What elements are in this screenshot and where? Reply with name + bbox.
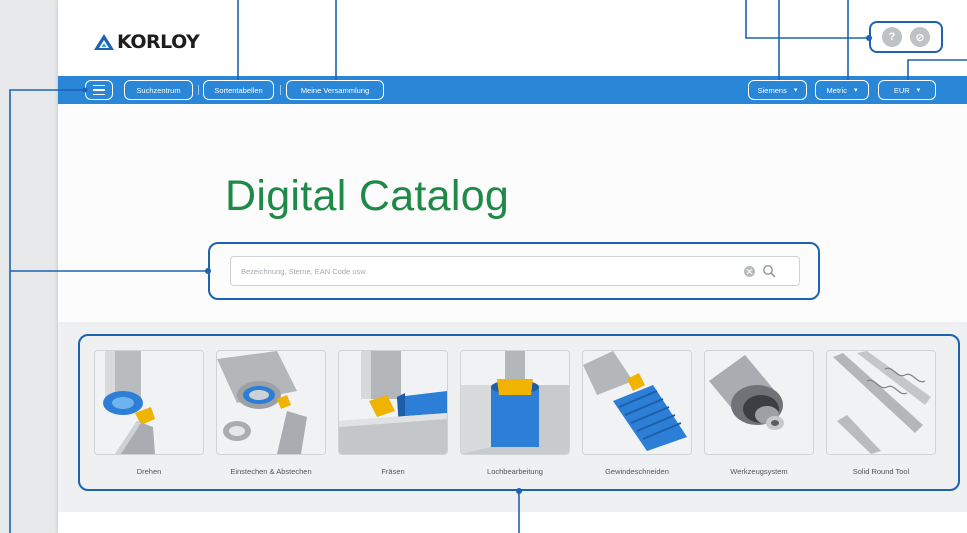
- unit-dropdown-value: Metric: [826, 85, 847, 95]
- category-tooling-system[interactable]: Werkzeugsystem: [704, 350, 814, 485]
- threading-icon: [582, 350, 692, 455]
- help-icon[interactable]: ?: [882, 27, 902, 47]
- clear-icon[interactable]: [744, 266, 755, 277]
- link-icon[interactable]: ⊘: [910, 27, 930, 47]
- search-icon[interactable]: [762, 264, 776, 278]
- korloy-logo-text: KORLOY: [117, 31, 200, 53]
- country-dropdown-value: Siemens: [757, 85, 787, 95]
- page-title: Digital Catalog: [225, 172, 510, 220]
- search-input[interactable]: [241, 263, 721, 280]
- category-solid-round-tool[interactable]: Solid Round Tool: [826, 350, 936, 485]
- nav-item-my-collection[interactable]: Meine Versammlung: [286, 80, 384, 100]
- category-label: Werkzeugsystem: [730, 467, 788, 476]
- category-label: Lochbearbeitung: [487, 467, 543, 476]
- nav-item-search-center[interactable]: Suchzentrum: [124, 80, 193, 100]
- nav-item-grade-tables[interactable]: Sortentabellen: [203, 80, 274, 100]
- category-label: Fräsen: [381, 467, 405, 476]
- category-label: Gewindeschneiden: [605, 467, 669, 476]
- currency-dropdown-value: EUR: [893, 85, 910, 95]
- header-icon-group: ? ⊘: [869, 21, 943, 53]
- holemaking-icon: [460, 350, 570, 455]
- milling-icon: [338, 350, 448, 455]
- unit-dropdown[interactable]: Metric ▾: [815, 80, 869, 100]
- category-section: Drehen Einstechen & Abstechen Fräsen Loc…: [58, 322, 967, 512]
- grooving-icon: [216, 350, 326, 455]
- header: KORLOY ? ⊘: [58, 0, 967, 74]
- category-label: Drehen: [136, 467, 162, 476]
- korloy-logo-mark: [94, 34, 114, 50]
- category-grooving-parting[interactable]: Einstechen & Abstechen: [216, 350, 326, 485]
- bottom-content-strip: [58, 512, 967, 533]
- hero-section: Digital Catalog: [58, 104, 967, 322]
- category-turning[interactable]: Drehen: [94, 350, 204, 485]
- category-label: Einstechen & Abstechen: [230, 467, 312, 476]
- chevron-down-icon: ▾: [916, 87, 921, 94]
- hamburger-icon: [93, 84, 105, 96]
- search-box: [230, 256, 800, 286]
- nav-divider: [198, 85, 199, 95]
- chevron-down-icon: ▾: [853, 87, 858, 94]
- catalog-page: KORLOY ? ⊘ Suchzentrum Sortentabellen Me…: [58, 0, 967, 533]
- main-nav-bar: Suchzentrum Sortentabellen Meine Versamm…: [58, 76, 967, 104]
- category-milling[interactable]: Fräsen: [338, 350, 448, 485]
- currency-dropdown[interactable]: EUR ▾: [878, 80, 936, 100]
- chevron-down-icon: ▾: [793, 87, 798, 94]
- korloy-logo[interactable]: KORLOY: [93, 30, 200, 54]
- turning-icon: [94, 350, 204, 455]
- tooling-system-icon: [704, 350, 814, 455]
- category-holemaking[interactable]: Lochbearbeitung: [460, 350, 570, 485]
- solid-round-tool-icon: [826, 350, 936, 455]
- country-dropdown[interactable]: Siemens ▾: [748, 80, 807, 100]
- menu-button[interactable]: [85, 80, 113, 100]
- category-threading[interactable]: Gewindeschneiden: [582, 350, 692, 485]
- nav-divider: [280, 85, 281, 95]
- category-label: Solid Round Tool: [852, 467, 910, 476]
